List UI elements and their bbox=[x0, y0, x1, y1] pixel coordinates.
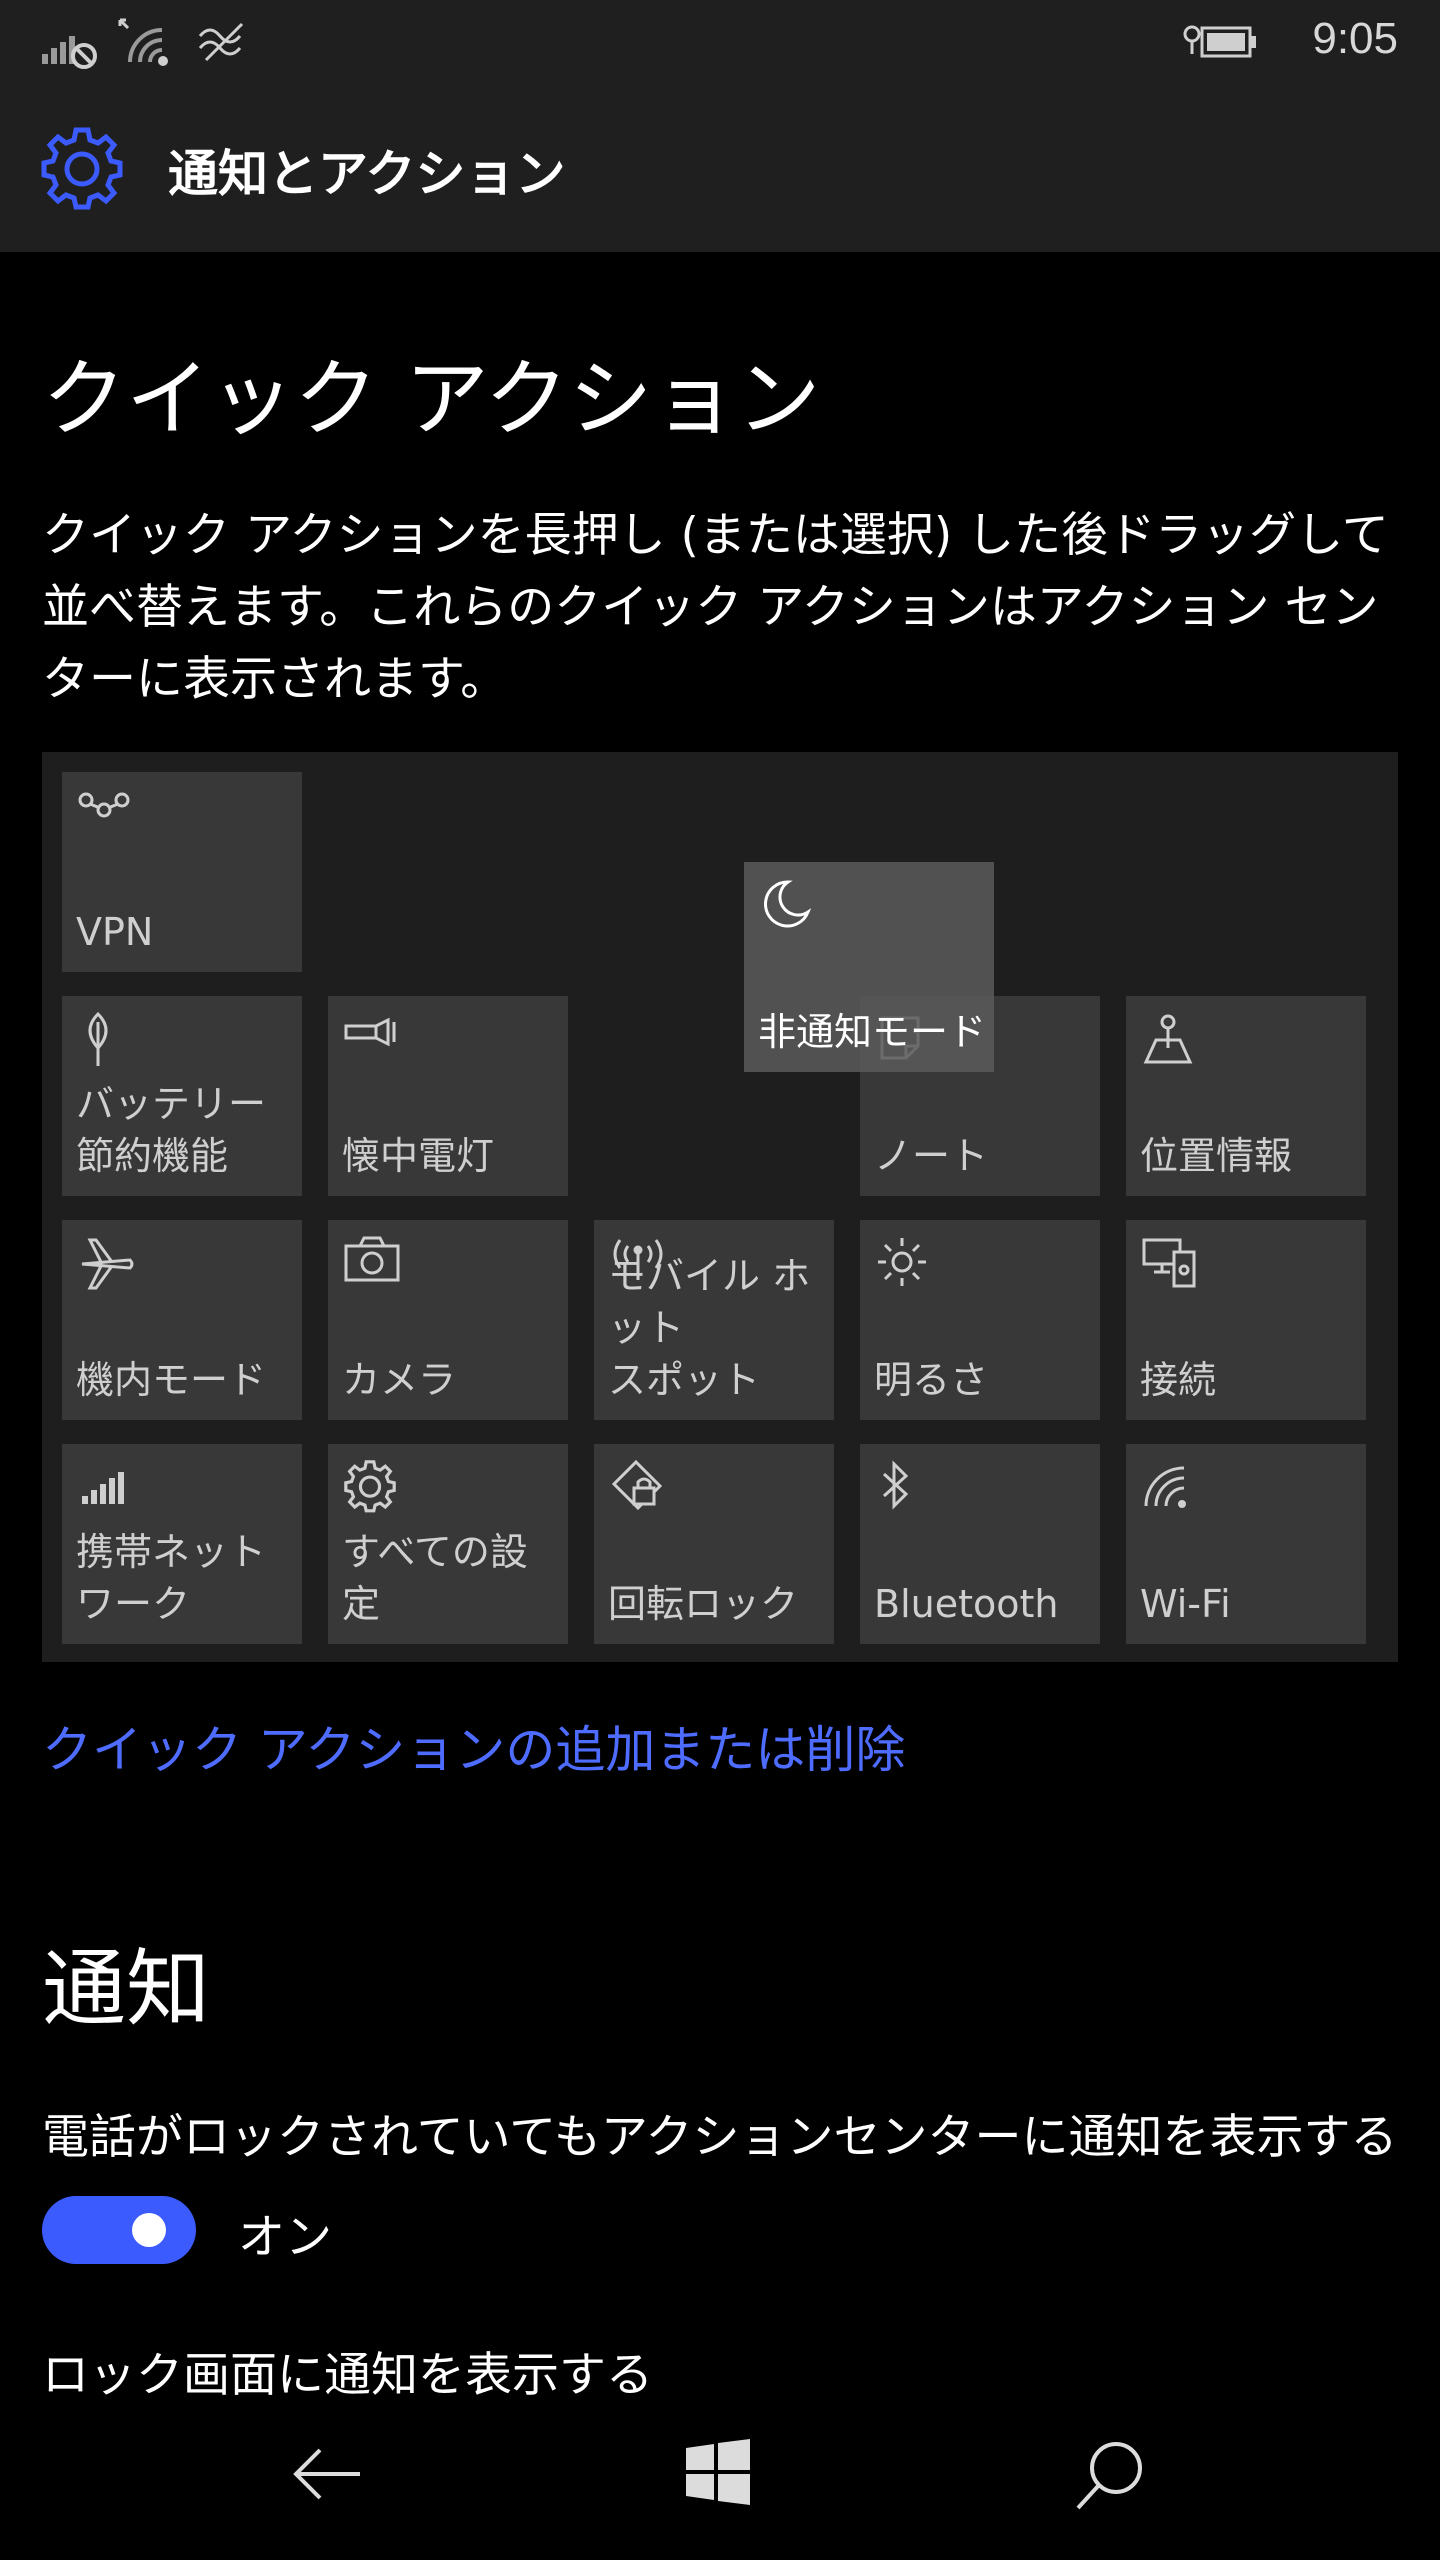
status-bar: 9:05 bbox=[0, 0, 1440, 86]
airplane-icon bbox=[81, 1238, 134, 1290]
tile-quiet-hours-dragging[interactable]: 非通知モード bbox=[744, 862, 994, 1072]
toggle-state-label: オン bbox=[238, 2210, 332, 2265]
tile-location[interactable]: 位置情報 bbox=[1126, 996, 1366, 1196]
tile-rotation-lock[interactable]: 回転ロック bbox=[594, 1444, 834, 1644]
camera-icon bbox=[344, 1236, 400, 1282]
gear-icon bbox=[344, 1460, 396, 1513]
brightness-icon bbox=[878, 1238, 926, 1286]
tile-brightness[interactable]: 明るさ bbox=[860, 1220, 1100, 1420]
add-remove-quick-actions-link[interactable]: クイック アクションの追加または削除 bbox=[42, 1710, 905, 1782]
tile-label: 回転ロック bbox=[608, 1582, 799, 1626]
battery-saver-icon bbox=[88, 1011, 108, 1066]
toggle-knob bbox=[132, 2213, 166, 2247]
battery-charging-icon bbox=[1183, 25, 1256, 58]
tile-label: Wi-Fi bbox=[1140, 1582, 1231, 1626]
tile-label: ノート bbox=[874, 1134, 989, 1178]
tile-label: モバイル ホット スポット bbox=[608, 1254, 811, 1402]
signal-off-icon bbox=[42, 36, 97, 69]
moon-icon bbox=[764, 880, 812, 928]
location-icon bbox=[1143, 1014, 1193, 1064]
cellular-icon bbox=[82, 1472, 124, 1504]
windows-start-icon[interactable] bbox=[684, 2438, 752, 2506]
rotation-lock-icon bbox=[611, 1459, 663, 1511]
tile-label: 明るさ bbox=[874, 1358, 989, 1402]
bluetooth-icon bbox=[882, 1460, 909, 1510]
quick-actions-heading: クイック アクション bbox=[42, 350, 821, 448]
gear-icon bbox=[41, 127, 123, 210]
tile-wifi[interactable]: Wi-Fi bbox=[1126, 1444, 1366, 1644]
tile-flashlight[interactable]: 懐中電灯 bbox=[328, 996, 568, 1196]
app-header: 通知とアクション bbox=[0, 86, 1440, 252]
wifi-icon bbox=[118, 18, 168, 66]
tile-label: すべての設定 bbox=[342, 1530, 528, 1626]
tile-airplane-mode[interactable]: 機内モード bbox=[62, 1220, 302, 1420]
navigation-bar bbox=[0, 2398, 1440, 2560]
tile-label: VPN bbox=[76, 910, 154, 954]
tile-mobile-hotspot[interactable]: モバイル ホット スポット bbox=[594, 1220, 834, 1420]
tile-label: カメラ bbox=[342, 1358, 457, 1402]
vpn-icon bbox=[78, 792, 130, 818]
back-arrow-icon[interactable] bbox=[290, 2438, 366, 2510]
action-center-lock-setting-label: 電話がロックされていてもアクションセンターに通知を表示する bbox=[42, 2110, 1398, 2165]
wifi-icon bbox=[1144, 1466, 1186, 1508]
tile-label: 懐中電灯 bbox=[342, 1134, 495, 1178]
search-icon[interactable] bbox=[1072, 2438, 1148, 2514]
lock-screen-notifications-label: ロック画面に通知を表示する bbox=[42, 2348, 653, 2403]
tile-all-settings[interactable]: すべての設定 bbox=[328, 1444, 568, 1644]
page-title: 通知とアクション bbox=[168, 145, 566, 203]
tile-camera[interactable]: カメラ bbox=[328, 1220, 568, 1420]
wifi-calling-icon bbox=[198, 22, 244, 62]
tile-label: 携帯ネット ワーク bbox=[76, 1530, 267, 1626]
action-center-lock-toggle[interactable] bbox=[42, 2196, 196, 2264]
flashlight-icon bbox=[344, 1017, 396, 1047]
tile-battery-saver[interactable]: バッテリー 節約機能 bbox=[62, 996, 302, 1196]
connect-icon bbox=[1142, 1238, 1196, 1288]
tile-bluetooth[interactable]: Bluetooth bbox=[860, 1444, 1100, 1644]
status-time: 9:05 bbox=[1312, 14, 1398, 63]
tile-label: バッテリー 節約機能 bbox=[76, 1082, 267, 1178]
tile-connect[interactable]: 接続 bbox=[1126, 1220, 1366, 1420]
tile-label: Bluetooth bbox=[874, 1582, 1059, 1626]
tile-label: 接続 bbox=[1140, 1358, 1217, 1402]
tile-vpn[interactable]: VPN bbox=[62, 772, 302, 972]
tile-cellular[interactable]: 携帯ネット ワーク bbox=[62, 1444, 302, 1644]
tile-label: 非通知モード bbox=[758, 1010, 987, 1054]
tile-label: 位置情報 bbox=[1140, 1134, 1293, 1178]
notifications-heading: 通知 bbox=[42, 1940, 211, 2038]
tile-label: 機内モード bbox=[76, 1358, 267, 1402]
quick-actions-description: クイック アクションを長押し (または選択) した後ドラッグして並べ替えます。こ… bbox=[42, 508, 1389, 707]
